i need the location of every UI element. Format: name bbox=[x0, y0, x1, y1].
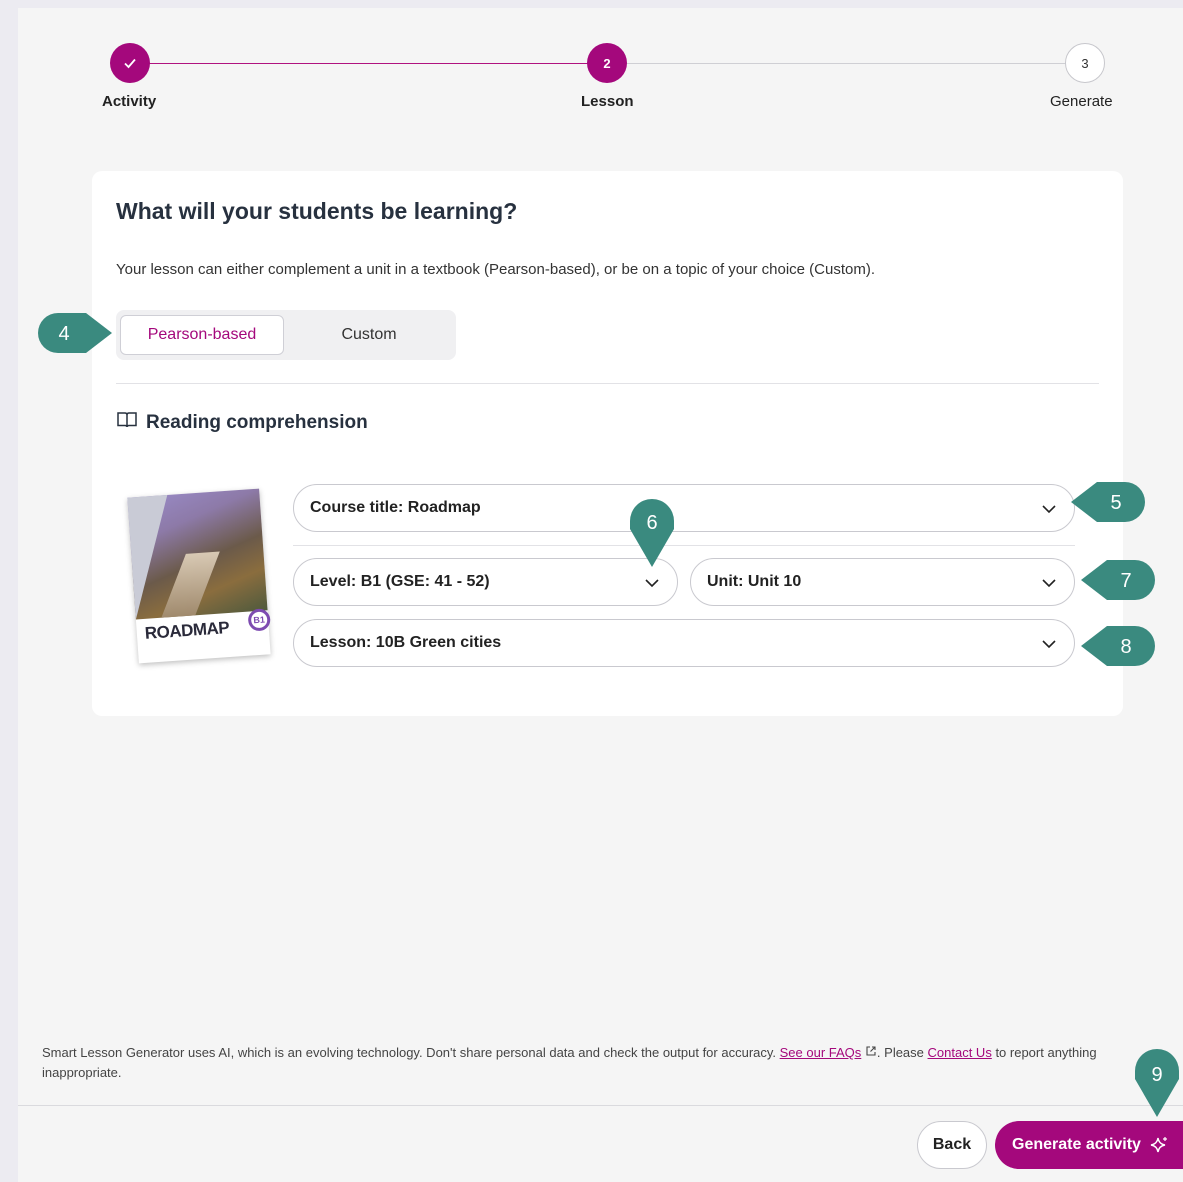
cover-brand: ROADMAP bbox=[144, 618, 230, 643]
footer-divider bbox=[18, 1105, 1183, 1106]
callout-label-5: 5 bbox=[1110, 492, 1121, 514]
callout-label-8: 8 bbox=[1120, 636, 1131, 658]
book-icon bbox=[116, 410, 138, 436]
section-title: Reading comprehension bbox=[146, 412, 368, 433]
disclaimer-mid: . Please bbox=[876, 1045, 928, 1060]
card-description: Your lesson can either complement a unit… bbox=[116, 261, 876, 278]
callout-label-4: 4 bbox=[58, 323, 69, 345]
step-2-label: Lesson bbox=[581, 93, 634, 110]
step-2-circle: 2 bbox=[587, 43, 627, 83]
callout-label-9: 9 bbox=[1151, 1064, 1162, 1086]
course-cover-image: ROADMAP B1 bbox=[127, 488, 271, 664]
chevron-down-icon bbox=[1042, 579, 1056, 588]
lesson-value: Lesson: 10B Green cities bbox=[310, 634, 502, 651]
level-value: Level: B1 (GSE: 41 - 52) bbox=[310, 573, 490, 590]
generate-activity-button[interactable]: Generate activity bbox=[995, 1121, 1183, 1169]
stepper-line-pending bbox=[626, 63, 1066, 64]
callout-label-7: 7 bbox=[1120, 570, 1131, 592]
level-select[interactable]: Level: B1 (GSE: 41 - 52) bbox=[293, 558, 678, 606]
step-1-check-icon bbox=[110, 43, 150, 83]
callout-marker-5: 5 bbox=[1071, 482, 1145, 522]
chevron-down-icon bbox=[645, 579, 659, 588]
course-title-select[interactable]: Course title: Roadmap bbox=[293, 484, 1075, 532]
section-header: Reading comprehension bbox=[116, 410, 368, 436]
course-title-value: Course title: Roadmap bbox=[310, 499, 481, 516]
step-3-label: Generate bbox=[1050, 93, 1113, 110]
lesson-type-toggle: Pearson-based Custom bbox=[116, 310, 456, 360]
back-button[interactable]: Back bbox=[917, 1121, 987, 1169]
faq-link[interactable]: See our FAQs bbox=[780, 1045, 862, 1060]
callout-marker-4: 4 bbox=[38, 313, 112, 353]
step-3-circle: 3 bbox=[1065, 43, 1105, 83]
contact-link[interactable]: Contact Us bbox=[928, 1045, 992, 1060]
disclaimer-text: Smart Lesson Generator uses AI, which is… bbox=[42, 1045, 780, 1060]
callout-marker-9: 9 bbox=[1135, 1049, 1179, 1117]
cover-wedge bbox=[127, 495, 176, 620]
sparkle-icon bbox=[1150, 1137, 1167, 1153]
select-divider bbox=[293, 545, 1075, 546]
step-1-label: Activity bbox=[102, 93, 157, 110]
chevron-down-icon bbox=[1042, 505, 1056, 514]
divider bbox=[116, 383, 1099, 384]
ai-disclaimer: Smart Lesson Generator uses AI, which is… bbox=[42, 1043, 1172, 1083]
generate-label: Generate activity bbox=[1012, 1136, 1141, 1153]
cover-level-badge: B1 bbox=[247, 608, 271, 632]
callout-marker-7: 7 bbox=[1081, 560, 1155, 600]
callout-label-6: 6 bbox=[646, 512, 657, 534]
unit-value: Unit: Unit 10 bbox=[707, 573, 802, 590]
chevron-down-icon bbox=[1042, 640, 1056, 649]
callout-marker-8: 8 bbox=[1081, 626, 1155, 666]
card-title: What will your students be learning? bbox=[116, 198, 518, 224]
callout-marker-6: 6 bbox=[630, 499, 674, 567]
toggle-pearson-based[interactable]: Pearson-based bbox=[120, 315, 284, 355]
lesson-select[interactable]: Lesson: 10B Green cities bbox=[293, 619, 1075, 667]
lesson-card: What will your students be learning? You… bbox=[92, 171, 1123, 716]
external-link-icon bbox=[866, 1046, 876, 1056]
toggle-custom[interactable]: Custom bbox=[286, 315, 452, 355]
stepper-line-complete bbox=[148, 63, 590, 64]
unit-select[interactable]: Unit: Unit 10 bbox=[690, 558, 1075, 606]
